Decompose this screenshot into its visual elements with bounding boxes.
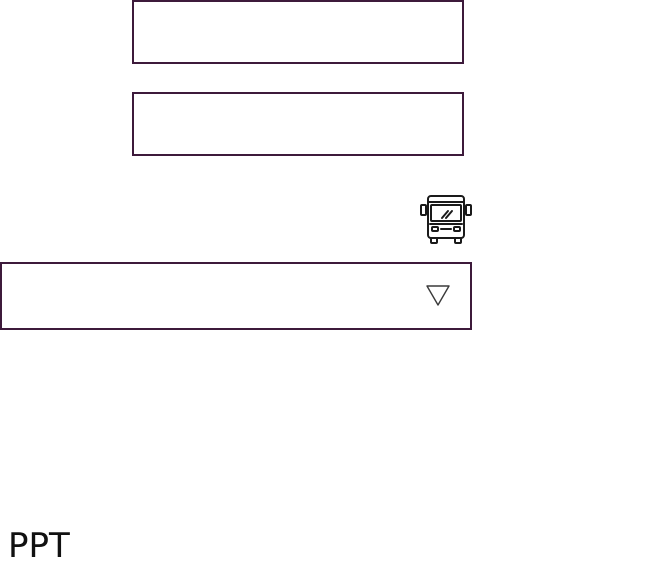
bus-icon <box>420 195 472 244</box>
dropdown-select[interactable] <box>0 262 472 330</box>
text-input-1[interactable] <box>132 0 464 64</box>
text-input-2[interactable] <box>132 92 464 156</box>
caret-down-icon <box>426 285 450 306</box>
page: PPT <box>0 0 651 570</box>
footer-label: PPT <box>8 526 70 566</box>
